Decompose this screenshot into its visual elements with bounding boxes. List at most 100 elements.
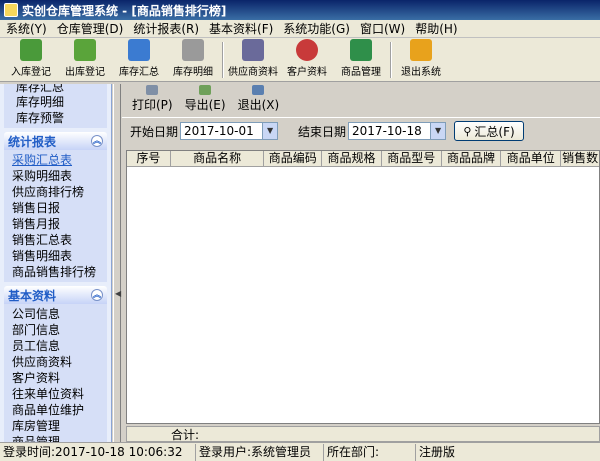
- sidebar-section-basic-data: 基本资料 ︽ 公司信息 部门信息 员工信息 供应商资料 客户资料 往来单位资料 …: [4, 286, 107, 442]
- chevron-down-icon[interactable]: ▼: [430, 123, 446, 139]
- sidebar-header-reports-label: 统计报表: [8, 134, 57, 149]
- menu-window[interactable]: 窗口(W): [360, 20, 405, 37]
- inventory-summary-label: 库存汇总: [119, 67, 159, 78]
- chevron-down-icon[interactable]: ▼: [262, 123, 278, 139]
- menu-help[interactable]: 帮助(H): [415, 20, 457, 37]
- customer-people-icon: [296, 39, 318, 61]
- sidebar-item-monthly-sales[interactable]: 销售月报: [12, 216, 107, 232]
- start-date-select[interactable]: 2017-10-01 ▼: [180, 122, 279, 140]
- column-header-spec[interactable]: 商品规格: [322, 151, 382, 166]
- sidebar-item-sales-detail[interactable]: 销售明细表: [12, 248, 107, 264]
- inventory-detail-button[interactable]: 库存明细: [166, 38, 220, 78]
- sidebar-item-inventory-summary[interactable]: 库存汇总: [16, 84, 107, 94]
- product-label: 商品管理: [341, 67, 381, 78]
- column-header-product-name[interactable]: 商品名称: [171, 151, 265, 166]
- inventory-detail-icon: [182, 39, 204, 61]
- column-header-model[interactable]: 商品型号: [382, 151, 442, 166]
- sidebar-header-reports[interactable]: 统计报表 ︽: [4, 132, 107, 150]
- sidebar-item-product-sales-ranking[interactable]: 商品销售排行榜: [12, 264, 107, 280]
- supplier-book-icon: [242, 39, 264, 61]
- binoculars-icon: ⚲: [463, 124, 472, 138]
- stock-in-button[interactable]: 入库登记: [4, 38, 58, 78]
- print-button[interactable]: 打印(P): [132, 85, 173, 113]
- main-toolbar: 入库登记 出库登记 库存汇总 库存明细 供应商资料 客户资料 商品管理 退出系统: [0, 38, 600, 82]
- menu-system[interactable]: 系统(Y): [6, 20, 47, 37]
- supplier-button[interactable]: 供应商资料: [226, 38, 280, 78]
- end-date-label: 结束日期: [298, 124, 347, 139]
- sidebar-header-basic-data-label: 基本资料: [8, 288, 57, 303]
- column-header-index[interactable]: 序号: [127, 151, 171, 166]
- stock-out-label: 出库登记: [65, 67, 105, 78]
- collapse-icon[interactable]: ︽: [91, 289, 103, 301]
- stock-in-icon: [20, 39, 42, 61]
- report-panel: 打印(P) 导出(E) 退出(X) 开始日期 2017-10-01 ▼ 结束日期…: [122, 84, 600, 442]
- customer-label: 客户资料: [287, 67, 327, 78]
- sidebar-inventory-group: 库存汇总 库存明细 库存预警: [4, 84, 107, 128]
- status-login-user: 登录用户:系统管理员: [196, 443, 324, 461]
- sidebar-item-warehouse-management[interactable]: 库房管理: [12, 418, 107, 434]
- sidebar-item-supplier-ranking[interactable]: 供应商排行榜: [12, 184, 107, 200]
- sidebar-item-customer-data[interactable]: 客户资料: [12, 370, 107, 386]
- sidebar-body-basic-data: 公司信息 部门信息 员工信息 供应商资料 客户资料 往来单位资料 商品单位维护 …: [4, 304, 107, 442]
- sidebar-item-product-management[interactable]: 商品管理: [12, 434, 107, 442]
- exit-system-button[interactable]: 退出系统: [394, 38, 448, 78]
- sidebar-item-inventory-warning[interactable]: 库存预警: [16, 110, 107, 126]
- exit-report-label: 退出(X): [237, 98, 280, 112]
- status-registered: 注册版: [419, 444, 456, 459]
- end-date-value: 2017-10-18: [352, 124, 422, 138]
- sidebar-item-employee-info[interactable]: 员工信息: [12, 338, 107, 354]
- status-bar: 登录时间:2017-10-18 10:06:32 登录用户:系统管理员 所在部门…: [0, 442, 600, 461]
- sidebar-item-department-info[interactable]: 部门信息: [12, 322, 107, 338]
- sidebar-item-partner-data[interactable]: 往来单位资料: [12, 386, 107, 402]
- toolbar-separator: [390, 42, 392, 78]
- column-header-unit[interactable]: 商品单位: [501, 151, 562, 166]
- sidebar-item-purchase-detail[interactable]: 采购明细表: [12, 168, 107, 184]
- sidebar-item-supplier-data[interactable]: 供应商资料: [12, 354, 107, 370]
- column-header-product-code[interactable]: 商品编码: [264, 151, 323, 166]
- menu-warehouse[interactable]: 仓库管理(D): [57, 20, 124, 37]
- report-toolbar: 打印(P) 导出(E) 退出(X): [122, 84, 600, 118]
- exit-report-button[interactable]: 退出(X): [237, 85, 280, 113]
- inventory-summary-icon: [128, 39, 150, 61]
- sidebar-item-inventory-detail[interactable]: 库存明细: [16, 94, 107, 110]
- sidebar-section-reports: 统计报表 ︽ 采购汇总表 采购明细表 供应商排行榜 销售日报 销售月报 销售汇总…: [4, 132, 107, 282]
- collapse-icon[interactable]: ︽: [91, 135, 103, 147]
- sidebar-item-company-info[interactable]: 公司信息: [12, 306, 107, 322]
- date-filter-row: 开始日期 2017-10-01 ▼ 结束日期 2017-10-18 ▼ ⚲ 汇总…: [122, 118, 600, 144]
- customer-button[interactable]: 客户资料: [280, 38, 334, 78]
- stock-out-button[interactable]: 出库登记: [58, 38, 112, 78]
- printer-icon: [146, 85, 159, 95]
- summarize-button[interactable]: ⚲ 汇总(F): [454, 121, 525, 141]
- sidebar-item-sales-summary[interactable]: 销售汇总表: [12, 232, 107, 248]
- total-label: 合计:: [171, 427, 200, 442]
- sidebar-item-daily-sales[interactable]: 销售日报: [12, 200, 107, 216]
- export-button[interactable]: 导出(E): [185, 85, 226, 113]
- table-footer: 合计:: [126, 426, 600, 442]
- column-header-brand[interactable]: 商品品牌: [442, 151, 502, 166]
- stock-in-label: 入库登记: [11, 67, 51, 78]
- menu-basic-data[interactable]: 基本资料(F): [209, 20, 273, 37]
- menu-reports[interactable]: 统计报表(R): [133, 20, 199, 37]
- inventory-summary-button[interactable]: 库存汇总: [112, 38, 166, 78]
- start-date-value: 2017-10-01: [184, 124, 254, 138]
- status-login-time: 登录时间:2017-10-18 10:06:32: [0, 443, 196, 461]
- status-department: 所在部门:: [324, 443, 416, 461]
- export-icon: [199, 85, 212, 95]
- sidebar-item-purchase-summary[interactable]: 采购汇总表: [12, 152, 107, 168]
- sidebar-header-basic-data[interactable]: 基本资料 ︽: [4, 286, 107, 304]
- table-header: 序号 商品名称 商品编码 商品规格 商品型号 商品品牌 商品单位 销售数: [127, 151, 599, 167]
- panel-splitter[interactable]: ◀: [113, 84, 121, 442]
- sidebar: 库存汇总 库存明细 库存预警 统计报表 ︽ 采购汇总表 采购明细表 供应商排行榜…: [0, 84, 112, 442]
- column-header-sales-qty[interactable]: 销售数: [561, 151, 599, 166]
- splitter-grip-icon[interactable]: ◀: [115, 289, 121, 298]
- sidebar-body-reports: 采购汇总表 采购明细表 供应商排行榜 销售日报 销售月报 销售汇总表 销售明细表…: [4, 150, 107, 282]
- sidebar-item-unit-maintenance[interactable]: 商品单位维护: [12, 402, 107, 418]
- exit-door-icon: [252, 85, 265, 95]
- ranking-table[interactable]: 序号 商品名称 商品编码 商品规格 商品型号 商品品牌 商品单位 销售数: [126, 150, 600, 424]
- menu-functions[interactable]: 系统功能(G): [283, 20, 350, 37]
- export-label: 导出(E): [184, 98, 226, 112]
- start-date-label: 开始日期: [130, 124, 179, 139]
- exit-sun-icon: [410, 39, 432, 61]
- end-date-select[interactable]: 2017-10-18 ▼: [348, 122, 447, 140]
- product-button[interactable]: 商品管理: [334, 38, 388, 78]
